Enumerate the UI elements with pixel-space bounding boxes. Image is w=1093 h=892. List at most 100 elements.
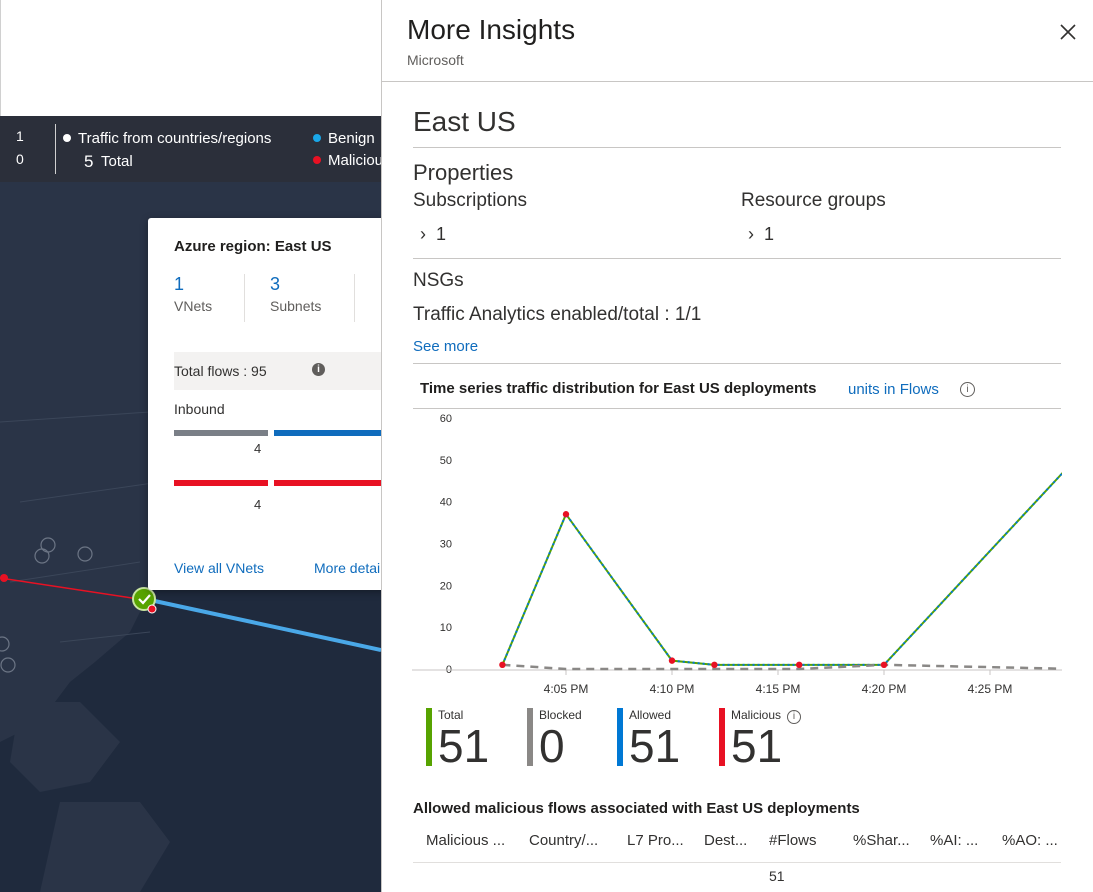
data-point	[668, 657, 676, 664]
timeseries-chart[interactable]: 60504030201004:05 PM 4:10 PM 4:15 PM 4:20 P…	[412, 408, 1062, 703]
chevron-right-icon: ›	[420, 224, 426, 244]
more-details-link[interactable]: More details	[314, 560, 381, 576]
y-tick-label: 10	[440, 622, 452, 634]
malicious-bar-red	[174, 480, 268, 486]
close-icon	[1060, 24, 1076, 40]
stat-vnets-label: VNets	[174, 298, 213, 314]
x-tick-label: 4:25 PM	[968, 682, 1013, 696]
see-more-link[interactable]: See more	[413, 338, 478, 355]
bar-value: 4	[254, 441, 262, 456]
data-point	[562, 511, 570, 518]
traffic-analytics-row: Traffic Analytics enabled/total : 1/1	[413, 304, 701, 326]
legend-malicious-item: Malicious	[313, 152, 381, 169]
stat-vnets-value: 1	[174, 274, 185, 294]
legend-benign-item: Benign	[313, 130, 375, 147]
kpi-value: 51	[731, 720, 783, 772]
table-header-divider	[413, 862, 1061, 863]
subscriptions-value: 1	[436, 224, 447, 244]
y-tick-label: 40	[440, 497, 452, 509]
white-dot-icon	[63, 134, 71, 142]
y-tick-label: 60	[440, 413, 452, 425]
stat-divider	[354, 274, 355, 322]
malicious-dot-icon	[313, 156, 321, 164]
column-header[interactable]: Country/...	[529, 832, 598, 849]
legend-malicious-label: Malicious	[328, 152, 381, 169]
stat-subnets-value: 3	[270, 274, 281, 294]
x-tick-label: 4:10 PM	[650, 682, 695, 696]
section-divider	[413, 147, 1061, 148]
map-legend-bar: 1 0 Traffic from countries/regions 5 Tot…	[0, 116, 381, 182]
timeseries-title: Time series traffic distribution for Eas…	[420, 380, 817, 397]
kpi-color-bar	[426, 708, 432, 766]
x-tick-label: 4:20 PM	[862, 682, 907, 696]
x-tick-label: 4:05 PM	[544, 682, 589, 696]
total-flows-row: Total flows : 95 i	[174, 352, 381, 390]
card-title: Azure region: East US	[174, 238, 332, 255]
legend-count-bottom: 0	[16, 151, 24, 167]
kpi-color-bar	[719, 708, 725, 766]
table-title: Allowed malicious flows associated with …	[413, 800, 860, 817]
stat-vnets[interactable]: 1 VNets	[174, 274, 212, 314]
ta-value: 1/1	[674, 304, 702, 325]
data-point	[796, 661, 803, 669]
map-header-blank	[0, 0, 381, 116]
nsgs-heading: NSGs	[413, 270, 464, 291]
column-header[interactable]: %AI: ...	[930, 832, 978, 849]
panel-title: More Insights	[407, 14, 576, 45]
kpi-value: 51	[629, 720, 681, 772]
region-heading: East US	[413, 106, 516, 137]
column-header[interactable]: %Shar...	[853, 832, 910, 849]
view-all-vnets-link[interactable]: View all VNets	[174, 560, 264, 576]
inbound-bar-gray	[174, 430, 268, 436]
column-header[interactable]: #Flows	[769, 832, 817, 849]
panel-subtitle: Microsoft	[407, 52, 464, 68]
data-point	[499, 661, 506, 669]
stat-subnets-label: Subnets	[270, 298, 322, 314]
y-tick-label: 20	[440, 580, 452, 592]
info-icon[interactable]: i	[960, 382, 975, 397]
inbound-label: Inbound	[174, 401, 225, 417]
resource-groups-label: Resource groups	[741, 190, 886, 211]
stat-divider	[244, 274, 245, 322]
benign-dot-icon	[313, 134, 321, 142]
kpi-color-bar	[527, 708, 533, 766]
legend-divider	[55, 124, 56, 174]
section-divider	[413, 258, 1061, 259]
stat-subnets[interactable]: 3 Subnets	[270, 274, 321, 314]
kpi-color-bar	[617, 708, 623, 766]
legend-traffic-item: Traffic from countries/regions	[63, 130, 271, 147]
panel-header-divider	[382, 81, 1093, 82]
info-icon[interactable]: i	[312, 363, 325, 376]
column-header[interactable]: L7 Pro...	[627, 832, 684, 849]
section-divider	[413, 363, 1061, 364]
legend-total-num: 5	[84, 152, 94, 171]
column-header[interactable]: Malicious ...	[426, 832, 505, 849]
total-flows-label: Total flows : 95	[174, 363, 267, 379]
inbound-bar-blue	[274, 430, 381, 436]
malicious-bar-red	[274, 480, 381, 486]
column-header[interactable]: %AO: ...	[1002, 832, 1058, 849]
bar-value: 4	[254, 497, 262, 512]
close-button[interactable]	[1054, 18, 1082, 46]
region-popup-card: Azure region: East US 1 VNets 3 Subnets …	[148, 218, 381, 590]
resource-groups-value: 1	[764, 224, 775, 244]
more-insights-panel: More Insights Microsoft East US Properti…	[381, 0, 1093, 892]
resource-groups-expander[interactable]: › 1	[748, 224, 774, 245]
legend-count-top: 1	[16, 128, 24, 144]
table-cell-flows: 51	[769, 868, 785, 884]
legend-benign-label: Benign	[328, 130, 375, 147]
kpi-value: 51	[438, 720, 490, 772]
y-tick-label: 30	[440, 539, 452, 551]
column-header[interactable]: Dest...	[704, 832, 747, 849]
legend-total-label: Total	[101, 153, 133, 170]
data-point	[880, 661, 888, 669]
map-area: 1 0 Traffic from countries/regions 5 Tot…	[0, 0, 381, 892]
subscriptions-label: Subscriptions	[413, 190, 528, 211]
legend-traffic-label: Traffic from countries/regions	[78, 130, 272, 147]
units-in-flows-link[interactable]: units in Flows	[848, 381, 939, 398]
info-icon[interactable]: i	[787, 710, 801, 724]
subscriptions-expander[interactable]: › 1	[420, 224, 446, 245]
chevron-right-icon: ›	[748, 224, 754, 244]
y-tick-label: 50	[440, 455, 452, 467]
series-line-malicious	[502, 460, 1062, 665]
